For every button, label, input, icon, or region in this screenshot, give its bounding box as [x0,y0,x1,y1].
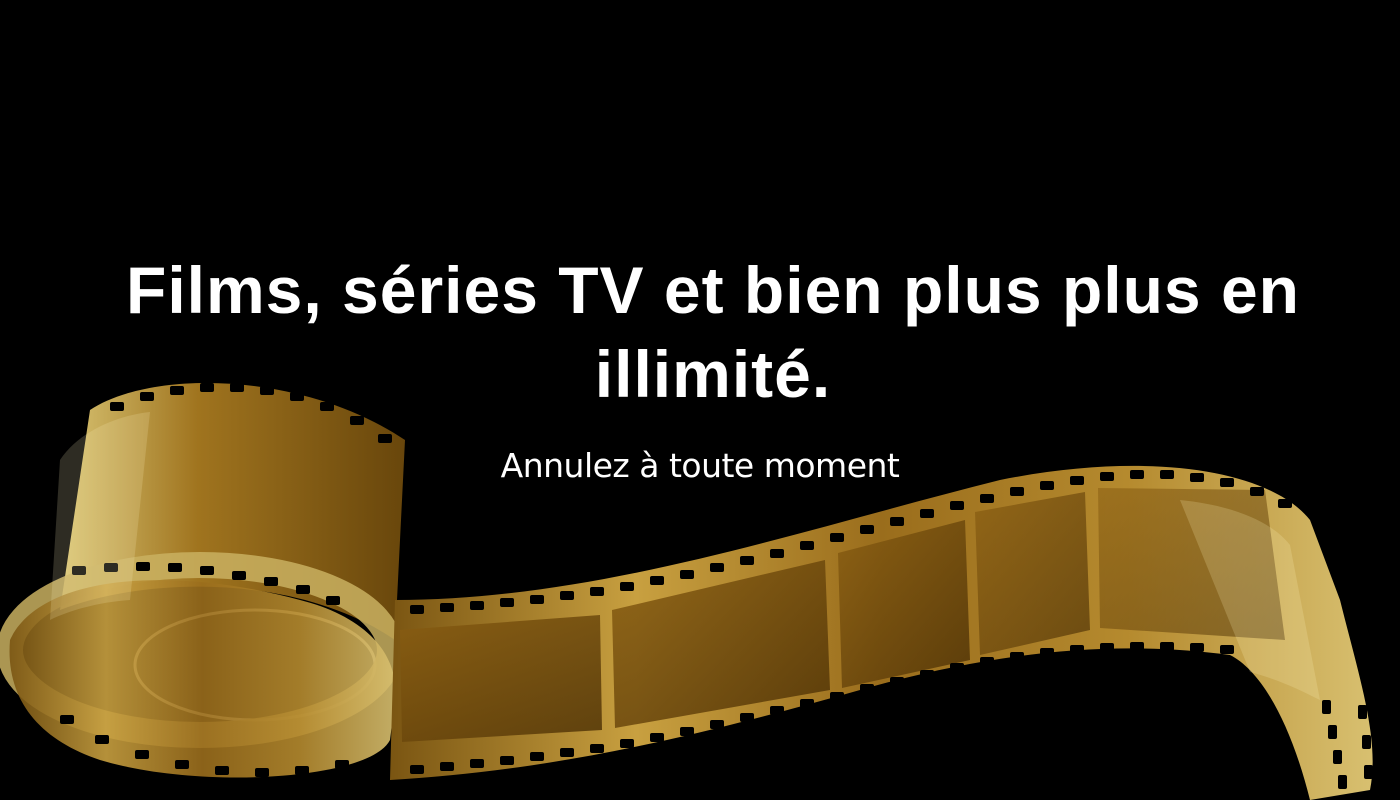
hero-subline: Annulez à toute moment [500,446,900,485]
hero-headline: Films, séries TV et bien plus plus en il… [126,253,1300,411]
hero-banner: Films, séries TV et bien plus plus en il… [0,0,1400,800]
